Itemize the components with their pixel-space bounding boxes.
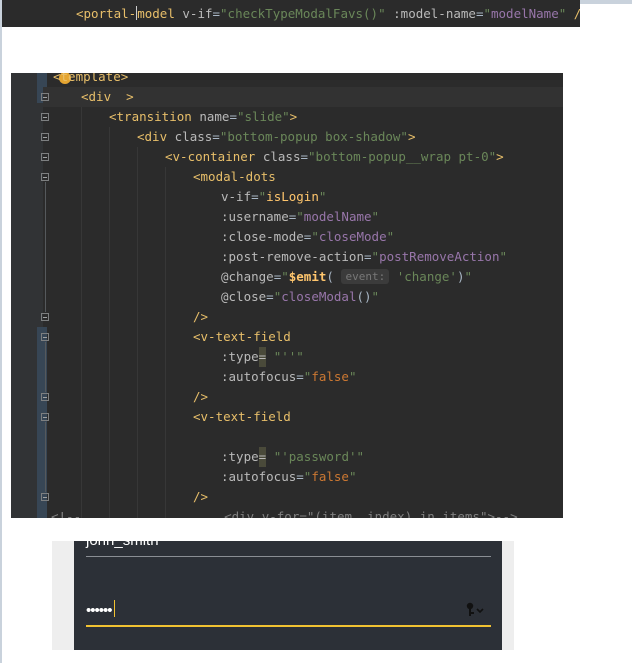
password-field[interactable]: •••••• [86, 600, 115, 619]
code-line: <modal-dots [193, 169, 276, 184]
fold-marker[interactable] [41, 313, 49, 321]
fold-marker[interactable] [41, 393, 49, 401]
code-line: @change="$emit( event: 'change')" [221, 269, 473, 284]
code-line: :type= "''" [221, 347, 304, 367]
indent-guide [81, 107, 82, 518]
fold-marker[interactable] [41, 493, 49, 501]
password-value: •••••• [86, 602, 112, 619]
password-underline [86, 625, 491, 627]
code-lines: <template> <div > <transition name="slid… [11, 73, 518, 518]
fold-marker[interactable] [41, 173, 49, 181]
parameter-hint: event: [341, 269, 390, 284]
code-line: <v-container class="bottom-popup__wrap p… [165, 149, 504, 164]
fold-line [45, 342, 46, 392]
tag-name-rest: model [137, 6, 175, 21]
code-line: <v-text-field [193, 329, 291, 344]
code-line: <transition name="slide"> [109, 109, 298, 124]
indent-guide [137, 147, 138, 518]
text-caret [113, 600, 115, 617]
code-line: <div class="bottom-popup box-shadow"> [137, 129, 416, 144]
attr-model-name: :model-name [393, 6, 476, 21]
attr-v-if-value: "checkTypeModalFavs()" [220, 6, 386, 21]
indent-guide [165, 167, 166, 518]
key-visibility-icon[interactable] [465, 601, 485, 617]
code-line: <!-- <div v-for="(item, index) in items"… [51, 509, 518, 518]
code-line: /> [193, 309, 209, 324]
username-field[interactable]: john_smith [86, 541, 159, 549]
code-line: <v-text-field [193, 409, 291, 424]
portal-model-line[interactable]: <portal-model v-if="checkTypeModalFavs()… [76, 6, 580, 22]
window-left-border [0, 0, 2, 663]
code-line: @close="closeModal()" [221, 289, 380, 304]
code-line: :autofocus="false" [221, 369, 357, 384]
fold-marker[interactable] [41, 413, 49, 421]
login-form-preview: john_smith •••••• [74, 541, 502, 650]
fold-marker[interactable] [41, 133, 49, 141]
code-line: :username="modelName" [221, 209, 380, 224]
code-line: :autofocus="false" [221, 469, 357, 484]
fold-line [45, 182, 46, 312]
code-line: <template> [53, 73, 129, 84]
attr-v-if: v-if [182, 6, 213, 21]
code-editor[interactable]: <template> <div > <transition name="slid… [11, 73, 563, 518]
fold-marker[interactable] [41, 93, 49, 101]
code-line: /> [193, 389, 209, 404]
fold-line [45, 422, 46, 492]
code-snippet-top: <portal-model v-if="checkTypeModalFavs()… [2, 0, 580, 27]
code-line: :type= "'password'" [221, 447, 364, 467]
indent-guide [109, 127, 110, 518]
fold-marker[interactable] [41, 153, 49, 161]
self-close: /> [574, 6, 580, 21]
code-line: /> [193, 489, 209, 504]
quote: " [483, 6, 491, 21]
attr-model-name-value: modelName [491, 6, 559, 21]
code-line: v-if="isLogin" [221, 189, 327, 204]
fold-marker[interactable] [41, 113, 49, 121]
code-line: :post-remove-action="postRemoveAction" [221, 249, 508, 264]
username-underline [86, 556, 491, 557]
code-line: :close-mode="closeMode" [221, 229, 395, 244]
code-line: <div > [81, 89, 134, 104]
quote: " [558, 6, 567, 21]
tag-name-part: <portal- [76, 6, 137, 21]
fold-marker[interactable] [41, 333, 49, 341]
